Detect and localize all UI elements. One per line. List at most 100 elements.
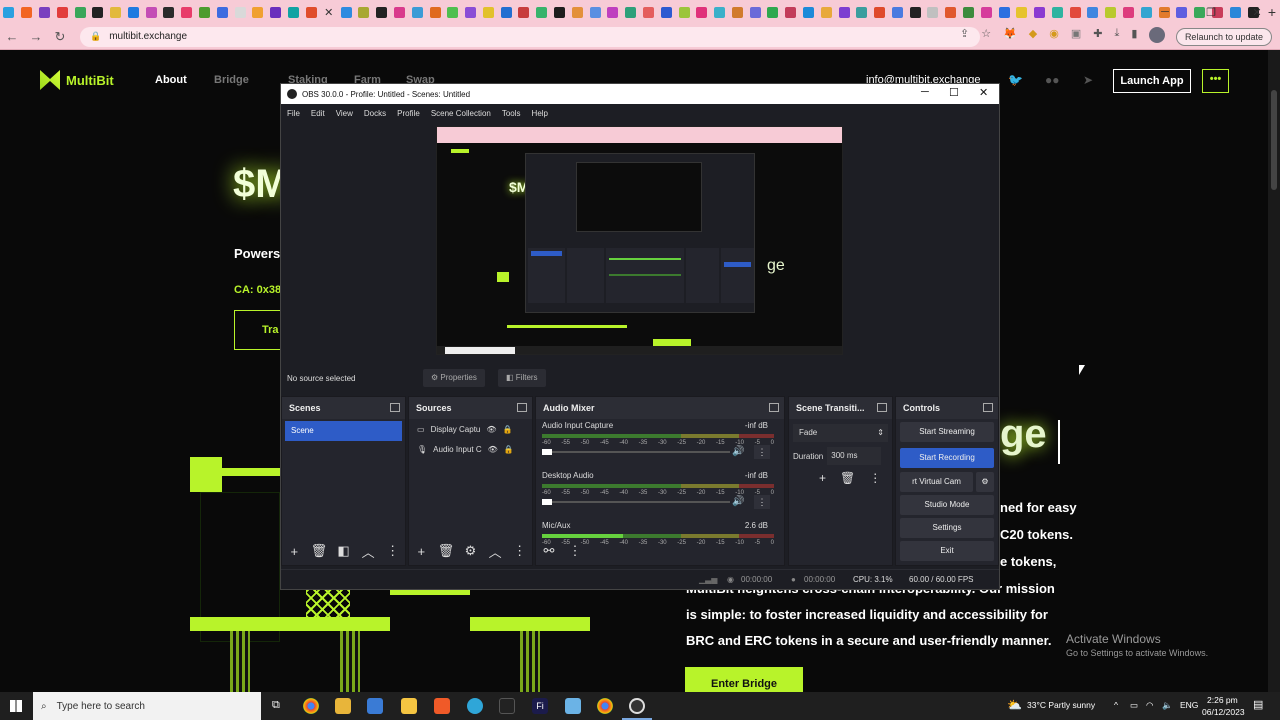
tab-favicon-icon[interactable]: [411, 6, 423, 18]
transition-select[interactable]: Fade ⇕: [793, 424, 888, 442]
extension-icon[interactable]: ▣: [1071, 27, 1081, 43]
taskbar-search[interactable]: ⌕ Type here to search: [33, 692, 261, 720]
tab-favicon-icon[interactable]: [1016, 6, 1028, 18]
app-icon[interactable]: [499, 698, 515, 714]
wifi-icon[interactable]: ◠: [1146, 700, 1153, 711]
tab-favicon-icon[interactable]: [163, 6, 175, 18]
obs-menu-view[interactable]: View: [336, 109, 353, 118]
kebab-icon[interactable]: ⋮: [754, 495, 770, 509]
network-icon[interactable]: ▭: [1130, 700, 1138, 711]
medium-icon[interactable]: ●●: [1045, 73, 1060, 87]
launch-app-button[interactable]: Launch App: [1113, 69, 1191, 93]
kebab-icon[interactable]: ⋮: [511, 543, 528, 559]
reload-icon[interactable]: ↻: [48, 29, 72, 45]
trash-icon[interactable]: 🗑: [840, 471, 855, 485]
close-icon[interactable]: ✕: [979, 86, 988, 99]
task-view-icon[interactable]: ⧉: [272, 699, 280, 712]
maximize-icon[interactable]: ☐: [949, 86, 959, 99]
tab-favicon-icon[interactable]: [856, 6, 868, 18]
speaker-icon[interactable]: 🔊: [732, 446, 744, 457]
tab-favicon-icon[interactable]: [305, 6, 317, 18]
undock-icon[interactable]: [390, 403, 400, 412]
chrome-icon[interactable]: [303, 698, 319, 714]
properties-button[interactable]: ⚙ Properties: [423, 369, 485, 387]
tab-favicon-icon[interactable]: [376, 6, 388, 18]
tab-favicon-icon[interactable]: [234, 6, 246, 18]
scene-item[interactable]: Scene: [285, 421, 402, 441]
obs-menu-file[interactable]: File: [287, 109, 300, 118]
obs-menu-edit[interactable]: Edit: [311, 109, 325, 118]
tab-favicon-icon[interactable]: [56, 6, 68, 18]
obs-menu-docks[interactable]: Docks: [364, 109, 386, 118]
app-icon[interactable]: [565, 698, 581, 714]
volume-icon[interactable]: 🔈: [1162, 700, 1173, 711]
tab-favicon-icon[interactable]: [536, 6, 548, 18]
site-logo[interactable]: MultiBit: [40, 70, 114, 90]
source-item[interactable]: ▭ Display Captu 👁 🔒: [409, 419, 532, 439]
obs-menu-tools[interactable]: Tools: [502, 109, 521, 118]
tab-favicon-icon[interactable]: [1105, 6, 1117, 18]
move-up-icon[interactable]: ︿: [360, 542, 377, 561]
add-icon[interactable]: +: [413, 544, 430, 559]
tab-close-icon[interactable]: ✕: [324, 6, 333, 19]
link-icon[interactable]: ⚯: [540, 543, 558, 559]
tab-favicon-icon[interactable]: [3, 6, 15, 18]
tab-favicon-icon[interactable]: [554, 6, 566, 18]
eye-icon[interactable]: 👁: [486, 425, 496, 434]
avatar[interactable]: [1149, 27, 1166, 43]
extension-icon[interactable]: ◉: [1049, 27, 1059, 43]
start-recording-button[interactable]: Start Recording: [900, 448, 994, 468]
tab-favicon-icon[interactable]: [785, 6, 797, 18]
store-icon[interactable]: [367, 698, 383, 714]
back-icon[interactable]: ←: [0, 29, 24, 44]
tab-favicon-icon[interactable]: [874, 6, 886, 18]
nav-about[interactable]: About: [155, 74, 187, 86]
edge-icon[interactable]: [467, 698, 483, 714]
duration-input[interactable]: 300 ms: [827, 447, 882, 465]
source-item[interactable]: 🎙 Audio Input C 👁 🔒: [409, 439, 532, 459]
scrollbar-thumb[interactable]: [1271, 90, 1277, 190]
tab-favicon-icon[interactable]: [181, 6, 193, 18]
tab-favicon-icon[interactable]: [838, 6, 850, 18]
tab-favicon-icon[interactable]: [589, 6, 601, 18]
chrome-icon[interactable]: [597, 698, 613, 714]
chevron-up-icon[interactable]: ^: [1114, 700, 1118, 710]
twitter-icon[interactable]: 🐦: [1008, 73, 1023, 87]
studio-mode-button[interactable]: Studio Mode: [900, 495, 994, 515]
brave-icon[interactable]: [434, 698, 450, 714]
add-icon[interactable]: +: [819, 471, 826, 485]
kebab-icon[interactable]: ⋮: [869, 471, 881, 485]
tab-favicon-icon[interactable]: [270, 6, 282, 18]
notes-icon[interactable]: [401, 698, 417, 714]
slider-knob[interactable]: [542, 449, 552, 455]
obs-menu-profile[interactable]: Profile: [397, 109, 420, 118]
eye-icon[interactable]: 👁: [488, 445, 498, 454]
metamask-icon[interactable]: 🦊: [1003, 27, 1017, 43]
relaunch-button[interactable]: Relaunch to update: [1175, 28, 1272, 46]
tab-favicon-icon[interactable]: [1087, 6, 1099, 18]
volume-slider[interactable]: [542, 449, 730, 455]
tab-favicon-icon[interactable]: [945, 6, 957, 18]
undock-icon[interactable]: [769, 403, 779, 412]
extension-icon[interactable]: ◆: [1029, 27, 1037, 43]
undock-icon[interactable]: [877, 403, 887, 412]
contract-address[interactable]: CA: 0x38: [234, 284, 281, 296]
kebab-icon[interactable]: ⋮: [384, 543, 401, 559]
tab-favicon-icon[interactable]: [252, 6, 264, 18]
obs-menu-scene-collection[interactable]: Scene Collection: [431, 109, 491, 118]
language-indicator[interactable]: ENG: [1180, 700, 1198, 710]
slider-knob[interactable]: [542, 499, 552, 505]
trash-icon[interactable]: 🗑: [438, 543, 455, 559]
speaker-icon[interactable]: 🔊: [732, 496, 744, 507]
bookmark-star-icon[interactable]: ☆: [981, 27, 991, 43]
forward-icon[interactable]: →: [24, 29, 48, 44]
tab-favicon-icon[interactable]: [110, 6, 122, 18]
tab-favicon-icon[interactable]: [802, 6, 814, 18]
tab-favicon-icon[interactable]: [482, 6, 494, 18]
download-icon[interactable]: ⤓: [1115, 27, 1120, 43]
gear-icon[interactable]: ⚙: [976, 472, 994, 492]
tab-favicon-icon[interactable]: [607, 6, 619, 18]
undock-icon[interactable]: [983, 403, 993, 412]
windows-start-icon[interactable]: [10, 700, 22, 712]
volume-slider[interactable]: [542, 499, 730, 505]
